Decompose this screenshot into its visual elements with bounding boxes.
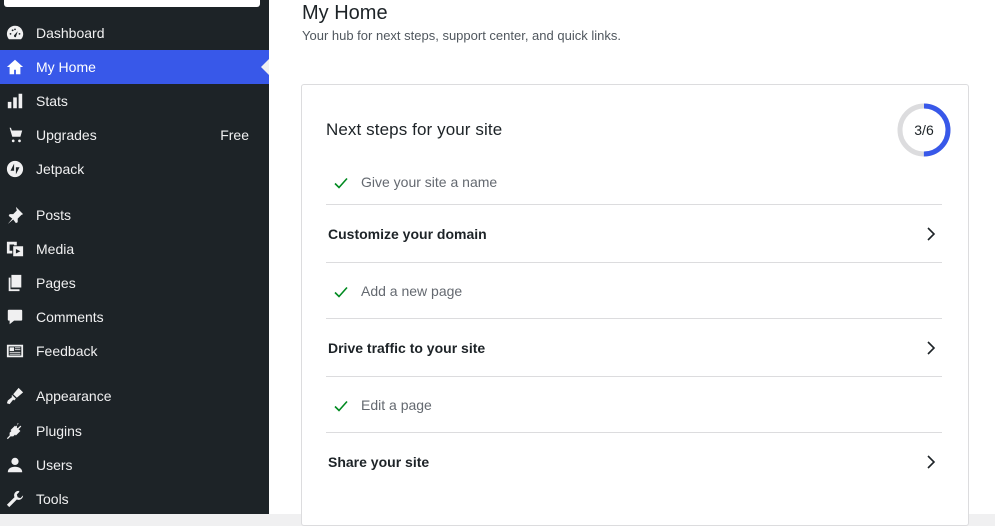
home-icon	[6, 58, 24, 76]
step-label: Give your site a name	[361, 173, 498, 190]
sidebar-item-label: Jetpack	[36, 161, 85, 177]
stats-icon	[6, 92, 24, 110]
brush-icon	[6, 387, 24, 405]
sidebar-item-posts[interactable]: Posts	[0, 198, 269, 232]
cart-icon	[6, 126, 24, 144]
progress-ring: 3/6	[896, 102, 952, 158]
step-label: Share your site	[328, 454, 430, 470]
sidebar-item-label: Pages	[36, 275, 76, 291]
step-add-new-page[interactable]: Add a new page	[326, 263, 942, 319]
sidebar-item-label: Media	[36, 241, 75, 257]
main-content: My Home Your hub for next steps, support…	[269, 0, 995, 526]
step-label: Customize your domain	[328, 225, 487, 242]
check-icon	[334, 176, 348, 189]
sidebar-item-feedback[interactable]: Feedback	[0, 334, 269, 368]
jetpack-icon	[6, 160, 24, 178]
sidebar-item-label: Dashboard	[36, 25, 105, 41]
media-icon	[6, 240, 24, 258]
sidebar-item-label: Stats	[36, 93, 68, 109]
sidebar-item-tools[interactable]: Tools	[0, 482, 269, 516]
sidebar-item-appearance[interactable]: Appearance	[0, 379, 269, 413]
sidebar-item-upgrades[interactable]: Upgrades Free	[0, 118, 269, 152]
chevron-right-icon	[926, 340, 936, 355]
site-search-box[interactable]	[4, 0, 260, 7]
progress-text: 3/6	[914, 122, 934, 138]
sidebar: Dashboard My Home Stats Upgrades Free Je…	[0, 0, 269, 514]
sidebar-item-plugins[interactable]: Plugins	[0, 414, 269, 448]
wrench-icon	[6, 490, 24, 508]
sidebar-item-my-home[interactable]: My Home	[0, 50, 269, 84]
sidebar-item-media[interactable]: Media	[0, 232, 269, 266]
upgrades-badge: Free	[220, 127, 249, 143]
step-give-site-name[interactable]: Give your site a name	[326, 159, 942, 205]
step-label: Add a new page	[361, 282, 463, 299]
sidebar-item-label: Appearance	[36, 388, 112, 404]
step-label: Drive traffic to your site	[328, 339, 486, 356]
sidebar-item-dashboard[interactable]: Dashboard	[0, 16, 269, 50]
page-title: My Home	[302, 2, 388, 24]
sidebar-item-label: Plugins	[36, 423, 82, 439]
sidebar-item-label: Comments	[36, 309, 104, 325]
dashboard-icon	[6, 24, 24, 42]
page-subtitle: Your hub for next steps, support center,…	[302, 28, 621, 43]
step-drive-traffic[interactable]: Drive traffic to your site	[326, 319, 942, 377]
sidebar-item-label: Posts	[36, 207, 72, 223]
sidebar-item-stats[interactable]: Stats	[0, 84, 269, 118]
chevron-right-icon	[926, 226, 936, 241]
chevron-right-icon	[926, 455, 936, 469]
card-title: Next steps for your site	[326, 120, 503, 139]
sidebar-item-label: Tools	[36, 491, 69, 507]
step-label: Edit a page	[361, 396, 432, 413]
sidebar-item-comments[interactable]: Comments	[0, 300, 269, 334]
step-customize-domain[interactable]: Customize your domain	[326, 205, 942, 263]
comment-icon	[6, 308, 24, 326]
step-share-site[interactable]: Share your site	[326, 433, 942, 491]
feedback-icon	[6, 342, 24, 360]
sidebar-item-jetpack[interactable]: Jetpack	[0, 152, 269, 186]
check-icon	[334, 285, 348, 298]
sidebar-item-label: Feedback	[36, 343, 98, 359]
check-icon	[334, 399, 348, 412]
pages-icon	[6, 274, 24, 292]
plug-icon	[6, 422, 24, 440]
pin-icon	[6, 206, 24, 224]
step-edit-page[interactable]: Edit a page	[326, 377, 942, 433]
next-steps-card: Next steps for your site 3/6 Give your s…	[301, 84, 969, 526]
sidebar-item-label: Upgrades	[36, 127, 97, 143]
sidebar-item-label: Users	[36, 457, 73, 473]
sidebar-item-label: My Home	[36, 59, 96, 75]
sidebar-item-users[interactable]: Users	[0, 448, 269, 482]
user-icon	[6, 456, 24, 474]
sidebar-item-pages[interactable]: Pages	[0, 266, 269, 300]
